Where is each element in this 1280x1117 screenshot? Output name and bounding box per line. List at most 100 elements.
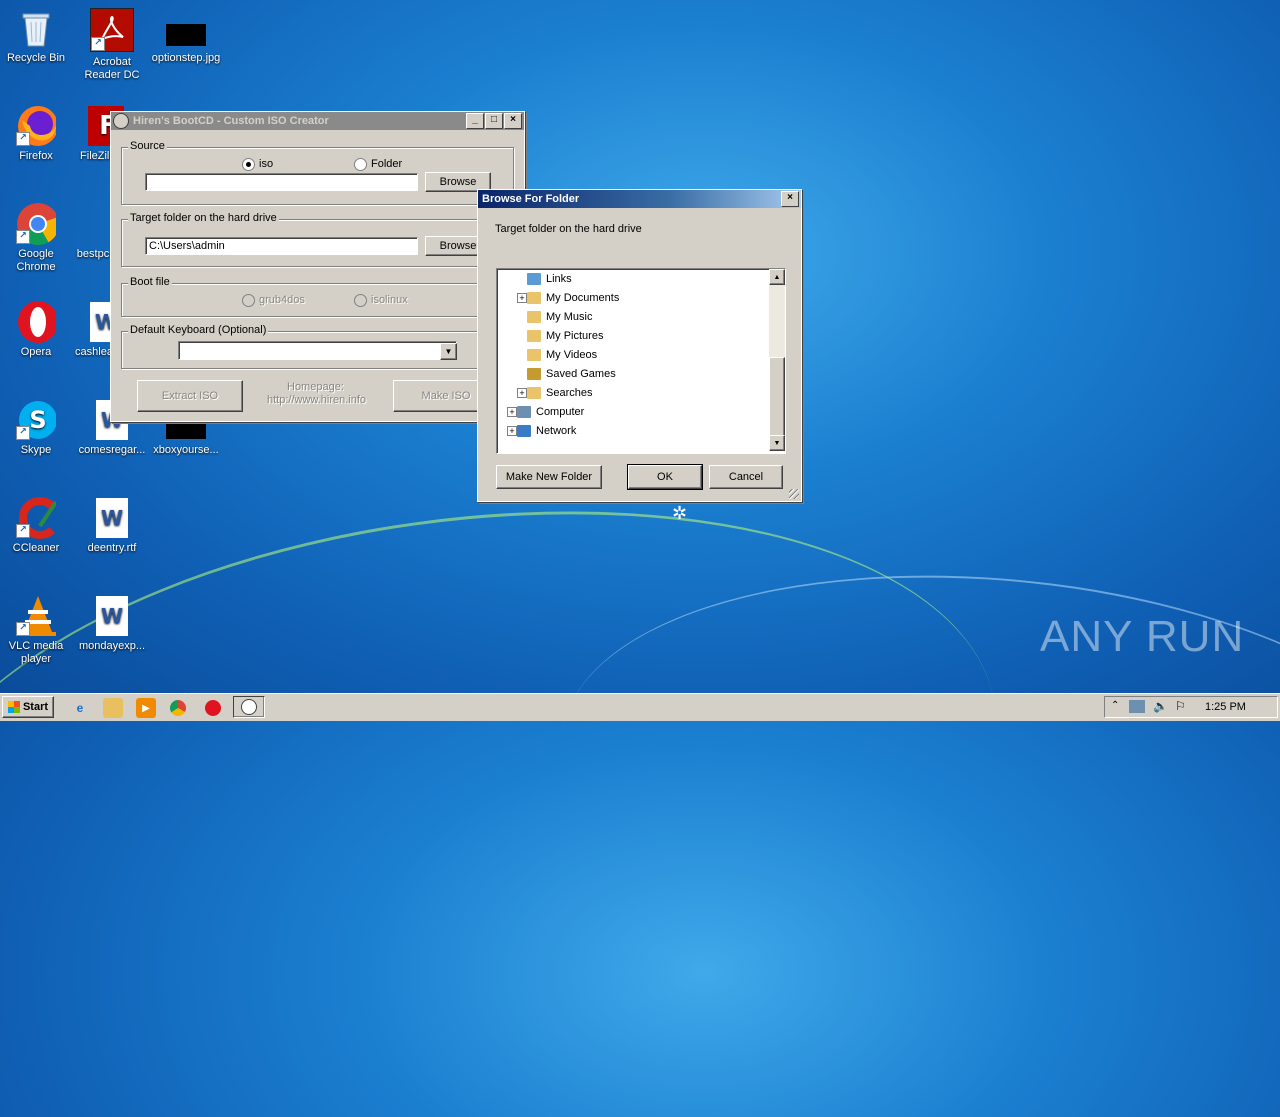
tree-item-links[interactable]: Links (527, 270, 572, 288)
source-path-input[interactable] (145, 173, 418, 191)
tree-item-my-pictures[interactable]: My Pictures (527, 327, 603, 345)
taskbar: Start e ▶ ⌃ 🔈 ⚐ 1:25 PM (0, 693, 1280, 721)
scroll-thumb[interactable] (769, 357, 785, 437)
desktop-icon-opera[interactable]: Opera (0, 301, 74, 359)
desktop-icon-skype[interactable]: S ↗ Skype (0, 400, 74, 457)
hiren-titlebar[interactable]: Hiren's BootCD - Custom ISO Creator _ □ … (111, 112, 524, 130)
shortcut-arrow-icon: ↗ (16, 622, 30, 636)
tree-item-label: My Music (546, 311, 593, 323)
flag-icon[interactable]: ⚐ (1175, 699, 1186, 713)
word-document-icon: W (96, 596, 128, 636)
tree-item-my-documents[interactable]: + My Documents (517, 289, 620, 307)
clock[interactable]: 1:25 PM (1205, 701, 1246, 713)
browse-titlebar[interactable]: Browse For Folder × (478, 190, 801, 208)
desktop-icon-firefox[interactable]: ↗ Firefox (0, 106, 74, 163)
chrome-taskbar-icon[interactable] (170, 700, 186, 716)
keyboard-select[interactable] (178, 341, 457, 360)
expand-plus-icon[interactable]: + (507, 426, 517, 436)
start-button[interactable]: Start (2, 696, 54, 718)
boot-file-group: Boot file (121, 276, 514, 317)
scroll-down-arrow-icon[interactable]: ▼ (769, 435, 785, 451)
folder-tree[interactable]: Links + My Documents My Music My Pictures My … (496, 268, 786, 454)
tree-item-my-music[interactable]: My Music (527, 308, 592, 326)
resize-grip-icon[interactable] (789, 489, 799, 499)
desktop-icon-recycle-bin[interactable]: Recycle Bin (0, 8, 74, 65)
media-player-taskbar-icon[interactable]: ▶ (136, 698, 156, 718)
hiren-app-icon (241, 699, 257, 715)
document-icon (80, 204, 112, 244)
shortcut-arrow-icon: ↗ (16, 524, 30, 538)
homepage-link[interactable]: http://www.hiren.info (267, 394, 366, 406)
tree-item-computer[interactable]: + Computer (507, 403, 584, 421)
desktop-icon-vlc[interactable]: ↗ VLC media player (0, 596, 74, 666)
desktop-icon-mondayexp[interactable]: W mondayexp... (74, 596, 150, 653)
desktop-icon-optionstep[interactable]: optionstep.jpg (148, 8, 224, 65)
network-icon (517, 425, 531, 437)
grub4dos-radio-label: grub4dos (259, 294, 305, 306)
folder-videos-icon (527, 349, 541, 361)
folder-documents-icon (527, 292, 541, 304)
target-path-input[interactable]: C:\Users\admin (145, 237, 418, 255)
expand-plus-icon[interactable]: + (517, 293, 527, 303)
desktop-icon-bestpc[interactable]: bestpc (74, 204, 112, 261)
ie-taskbar-icon[interactable]: e (70, 698, 90, 718)
ok-button[interactable]: OK (627, 464, 703, 490)
shortcut-arrow-icon: ↗ (91, 37, 105, 51)
tree-item-searches[interactable]: + Searches (517, 384, 592, 402)
desktop-icon-deentry[interactable]: W deentry.rtf (74, 498, 150, 555)
iso-radio[interactable] (242, 158, 255, 171)
watermark: ANY RUN (1040, 612, 1245, 661)
windows-logo-icon (7, 701, 20, 713)
skype-icon: S ↗ (16, 400, 56, 440)
volume-icon[interactable]: 🔈 (1153, 699, 1168, 713)
shortcut-arrow-icon: ↗ (16, 230, 30, 244)
system-tray: ⌃ 🔈 ⚐ 1:25 PM (1104, 696, 1278, 718)
desktop-icon-cashlea[interactable]: W cashlea (74, 302, 114, 359)
word-document-icon: W (96, 498, 128, 538)
desktop-icon-acrobat[interactable]: ↗ Acrobat Reader DC (74, 8, 150, 82)
svg-text:S: S (29, 406, 46, 434)
explorer-taskbar-icon[interactable] (103, 698, 123, 718)
folder-searches-icon (527, 387, 541, 399)
cancel-button[interactable]: Cancel (709, 465, 783, 489)
expand-plus-icon[interactable]: + (517, 388, 527, 398)
folder-radio[interactable] (354, 158, 367, 171)
chevron-down-icon[interactable]: ▼ (440, 343, 457, 360)
image-file-icon (166, 8, 206, 48)
computer-icon (517, 406, 531, 418)
close-button[interactable]: × (504, 113, 522, 129)
make-new-folder-button[interactable]: Make New Folder (496, 465, 602, 489)
shortcut-arrow-icon: ↗ (16, 426, 30, 440)
hiren-taskbar-button[interactable] (233, 696, 265, 718)
tree-item-label: My Documents (546, 292, 620, 304)
browse-folder-dialog[interactable]: Browse For Folder × Target folder on the… (477, 189, 802, 502)
isolinux-radio[interactable] (354, 294, 367, 307)
acrobat-icon: ↗ (90, 8, 134, 52)
dialog-description: Target folder on the hard drive (495, 223, 642, 235)
firefox-icon: ↗ (16, 106, 56, 146)
opera-icon (16, 301, 56, 343)
tree-item-saved-games[interactable]: Saved Games (527, 365, 616, 383)
tree-item-network[interactable]: + Network (507, 422, 576, 440)
network-tray-icon[interactable] (1129, 700, 1145, 713)
grub4dos-radio[interactable] (242, 294, 255, 307)
tree-item-label: Saved Games (546, 368, 616, 380)
desktop-icon-ccleaner[interactable]: ↗ CCleaner (0, 497, 74, 555)
tree-scrollbar[interactable]: ▲ ▼ (769, 269, 785, 451)
tree-item-my-videos[interactable]: My Videos (527, 346, 597, 364)
minimize-button[interactable]: _ (466, 113, 484, 129)
opera-taskbar-icon[interactable] (205, 700, 221, 716)
ccleaner-icon: ↗ (16, 497, 56, 539)
folder-music-icon (527, 311, 541, 323)
vlc-icon: ↗ (16, 596, 56, 636)
maximize-button[interactable]: □ (485, 113, 503, 129)
desktop-icon-chrome[interactable]: ↗ Google Chrome (0, 203, 74, 274)
extract-iso-button[interactable]: Extract ISO (137, 380, 243, 412)
close-button[interactable]: × (781, 191, 799, 207)
chevron-up-icon[interactable]: ⌃ (1111, 700, 1119, 711)
scroll-up-arrow-icon[interactable]: ▲ (769, 269, 785, 285)
isolinux-radio-label: isolinux (371, 294, 408, 306)
shortcut-arrow-icon: ↗ (16, 132, 30, 146)
expand-plus-icon[interactable]: + (507, 407, 517, 417)
hiren-window[interactable]: Hiren's BootCD - Custom ISO Creator _ □ … (110, 111, 525, 422)
